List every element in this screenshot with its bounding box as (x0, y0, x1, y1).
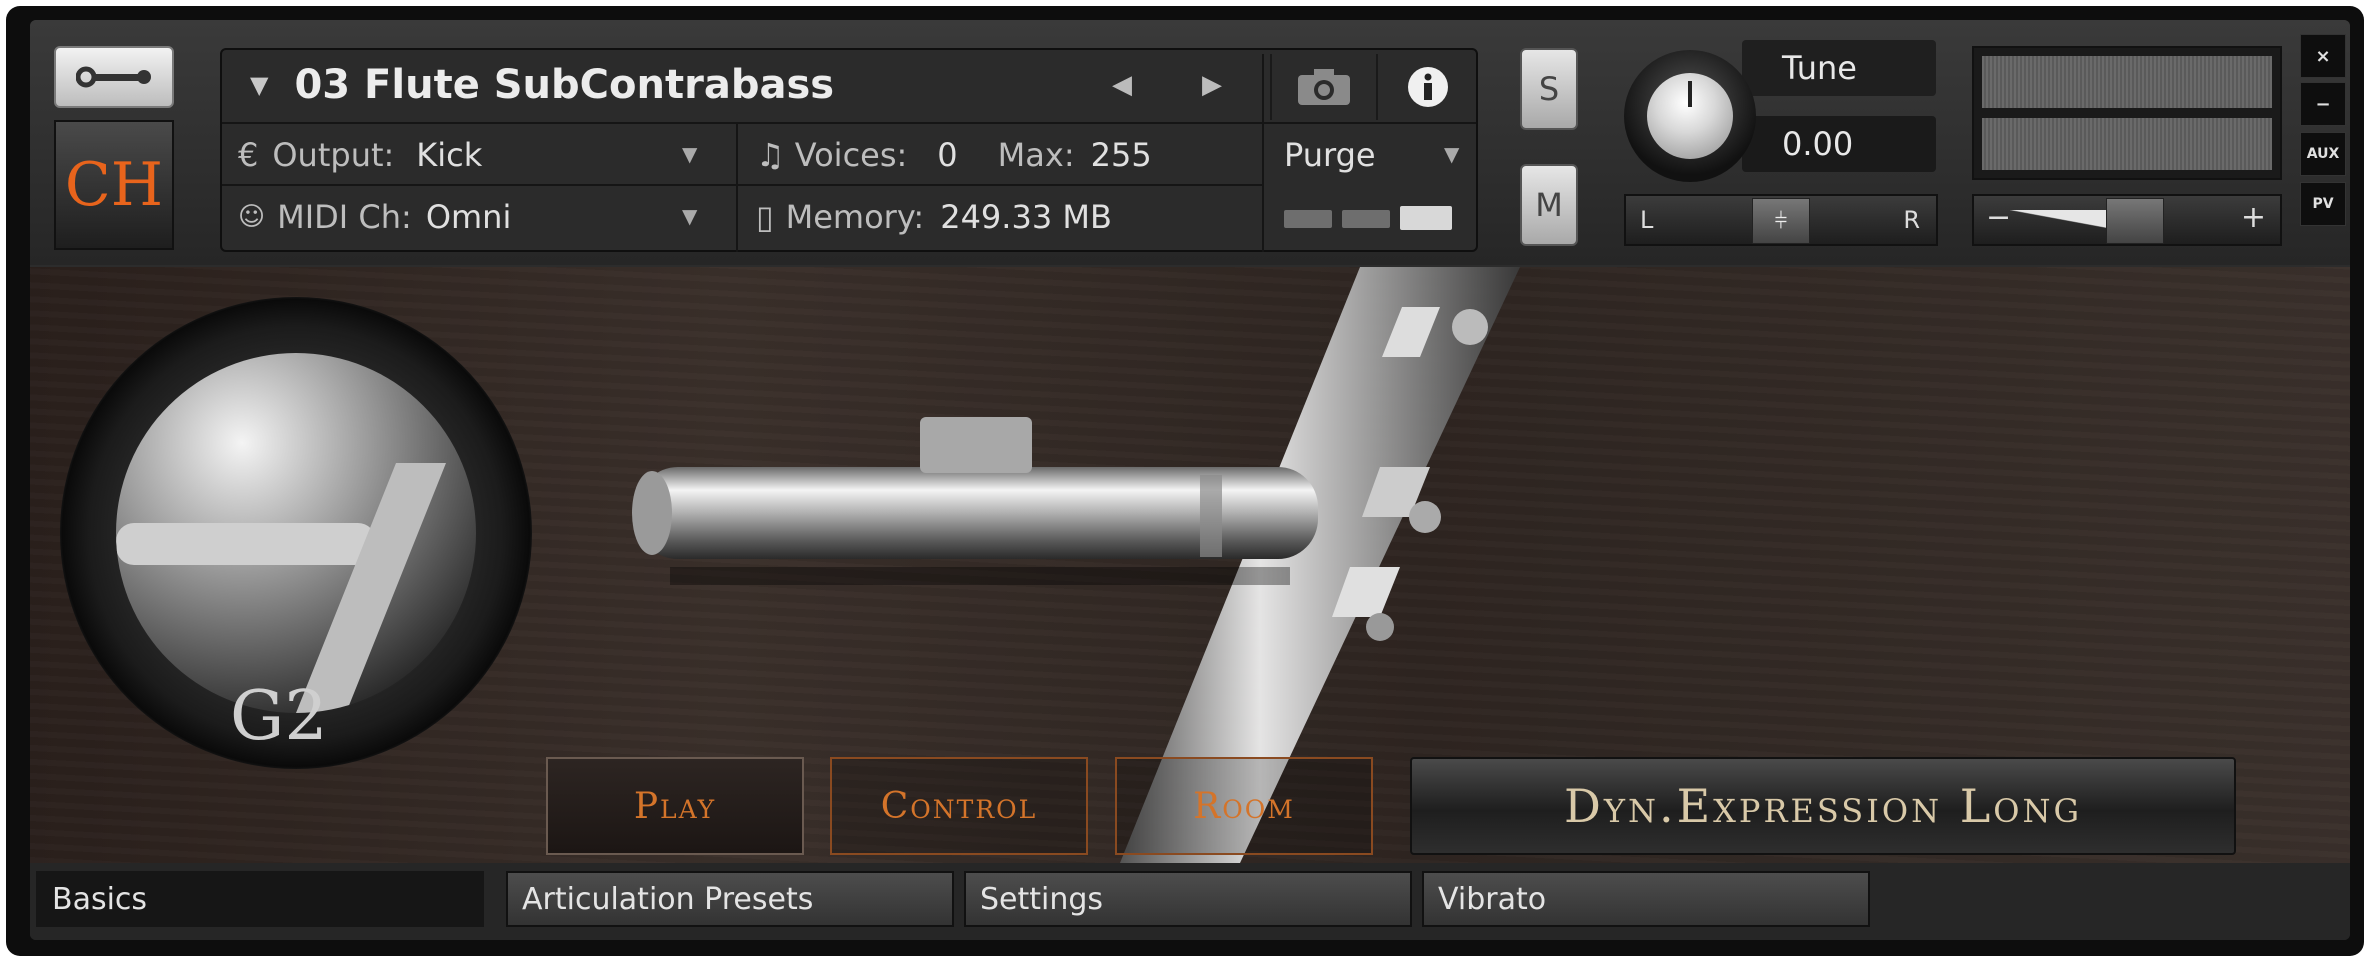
pan-handle[interactable]: ⫩ (1752, 198, 1810, 244)
purge-label: Purge (1284, 136, 1376, 174)
volume-minus-label: − (1986, 200, 2012, 235)
camera-icon (1298, 69, 1350, 105)
tab-vibrato[interactable]: Vibrato (1422, 871, 1870, 927)
meter-bar-left (1982, 56, 2272, 108)
volume-handle[interactable] (2106, 198, 2164, 244)
info-icon (1408, 67, 1448, 107)
volume-plus-label: + (2240, 200, 2266, 235)
wrench-icon (76, 66, 151, 88)
page-tabs: Basics Articulation Presets Settings Vib… (30, 863, 2350, 940)
note-name: G2 (230, 677, 328, 756)
voices-value: 0 (937, 136, 958, 174)
memory-value: 249.33 MB (940, 198, 1112, 236)
snapshot-button[interactable] (1270, 54, 1376, 120)
midi-channel-selector[interactable]: ☺ MIDI Ch: Omni (238, 192, 511, 242)
info-button[interactable] (1376, 54, 1478, 120)
purge-menu[interactable]: Purge (1284, 130, 1376, 180)
output-label: Output: (272, 136, 395, 174)
memory-label: Memory: (785, 198, 925, 236)
divider (1262, 54, 1264, 252)
articulation-display[interactable]: Dyn.Expression Long (1410, 757, 2236, 855)
pv-button[interactable]: PV (2300, 182, 2346, 226)
output-icon: € (238, 136, 259, 174)
room-tab-button[interactable]: Room (1115, 757, 1373, 855)
mini-indicator (1284, 210, 1332, 228)
voices-label: Voices: (794, 136, 908, 174)
kontakt-instrument-window: CH ▼ 03 Flute SubContrabass ◀ ▶ € Output… (6, 6, 2364, 956)
midi-value: Omni (425, 198, 512, 236)
flute-thumbnail (116, 463, 446, 713)
output-value: Kick (416, 136, 483, 174)
instrument-logo: CH (54, 120, 174, 250)
aux-button[interactable]: AUX (2300, 132, 2346, 176)
level-meter (1972, 46, 2282, 180)
purge-dropdown-icon[interactable]: ▼ (1444, 142, 1459, 166)
tune-label: Tune (1742, 40, 1936, 96)
pan-right-label: R (1903, 206, 1920, 234)
mini-indicator (1342, 210, 1390, 228)
voices-icon: ♫ (756, 136, 785, 174)
max-label: Max: (997, 136, 1075, 174)
mini-indicator (1400, 206, 1452, 230)
midi-label: MIDI Ch: (277, 198, 412, 236)
pan-slider[interactable]: L ⫩ R (1624, 194, 1938, 246)
tab-articulation-presets[interactable]: Articulation Presets (506, 871, 954, 927)
output-selector[interactable]: € Output: Kick (238, 130, 482, 180)
instrument-name: 03 Flute SubContrabass (294, 62, 835, 108)
instrument-container: CH ▼ 03 Flute SubContrabass ◀ ▶ € Output… (30, 20, 2350, 940)
prev-instrument-icon[interactable]: ◀ (1112, 70, 1132, 100)
instrument-header: CH ▼ 03 Flute SubContrabass ◀ ▶ € Output… (30, 20, 2350, 265)
max-voices-value[interactable]: 255 (1091, 136, 1152, 174)
tab-settings[interactable]: Settings (964, 871, 1412, 927)
voices-readout: ♫ Voices: 0 Max: 255 (756, 130, 1152, 180)
instrument-info-panel: ▼ 03 Flute SubContrabass ◀ ▶ € Output: K… (220, 48, 1478, 252)
meter-bar-right (1982, 118, 2272, 170)
tune-value[interactable]: 0.00 (1742, 116, 1936, 172)
knob-cap (1647, 73, 1733, 159)
tab-basics[interactable]: Basics (36, 871, 484, 927)
volume-slider[interactable]: − + (1972, 194, 2282, 246)
memory-readout: ▯ Memory: 249.33 MB (756, 192, 1112, 242)
divider (736, 122, 738, 252)
instrument-name-dropdown[interactable]: ▼ 03 Flute SubContrabass (222, 50, 1262, 120)
output-dropdown-icon[interactable]: ▼ (682, 142, 697, 166)
close-button[interactable]: × (2300, 34, 2346, 78)
mute-button[interactable]: M (1520, 164, 1578, 246)
instrument-nav-arrows: ◀ ▶ (1112, 62, 1222, 108)
memory-icon: ▯ (756, 198, 774, 236)
minimize-button[interactable]: − (2300, 82, 2346, 126)
divider (222, 184, 1262, 186)
instrument-main-panel: G2 Play Control Room Dyn.Expression Long (30, 267, 2350, 863)
note-display: G2 (60, 297, 532, 769)
play-tab-button[interactable]: Play (546, 757, 804, 855)
midi-dropdown-icon[interactable]: ▼ (682, 204, 697, 228)
divider (222, 122, 1476, 124)
dropdown-triangle-icon: ▼ (250, 71, 269, 99)
control-tab-button[interactable]: Control (830, 757, 1088, 855)
wrench-button[interactable] (54, 46, 174, 108)
midi-icon: ☺ (238, 202, 266, 232)
pan-left-label: L (1640, 206, 1654, 234)
note-display-image (116, 353, 476, 713)
tune-knob[interactable] (1624, 50, 1756, 182)
solo-button[interactable]: S (1520, 48, 1578, 130)
next-instrument-icon[interactable]: ▶ (1202, 70, 1222, 100)
